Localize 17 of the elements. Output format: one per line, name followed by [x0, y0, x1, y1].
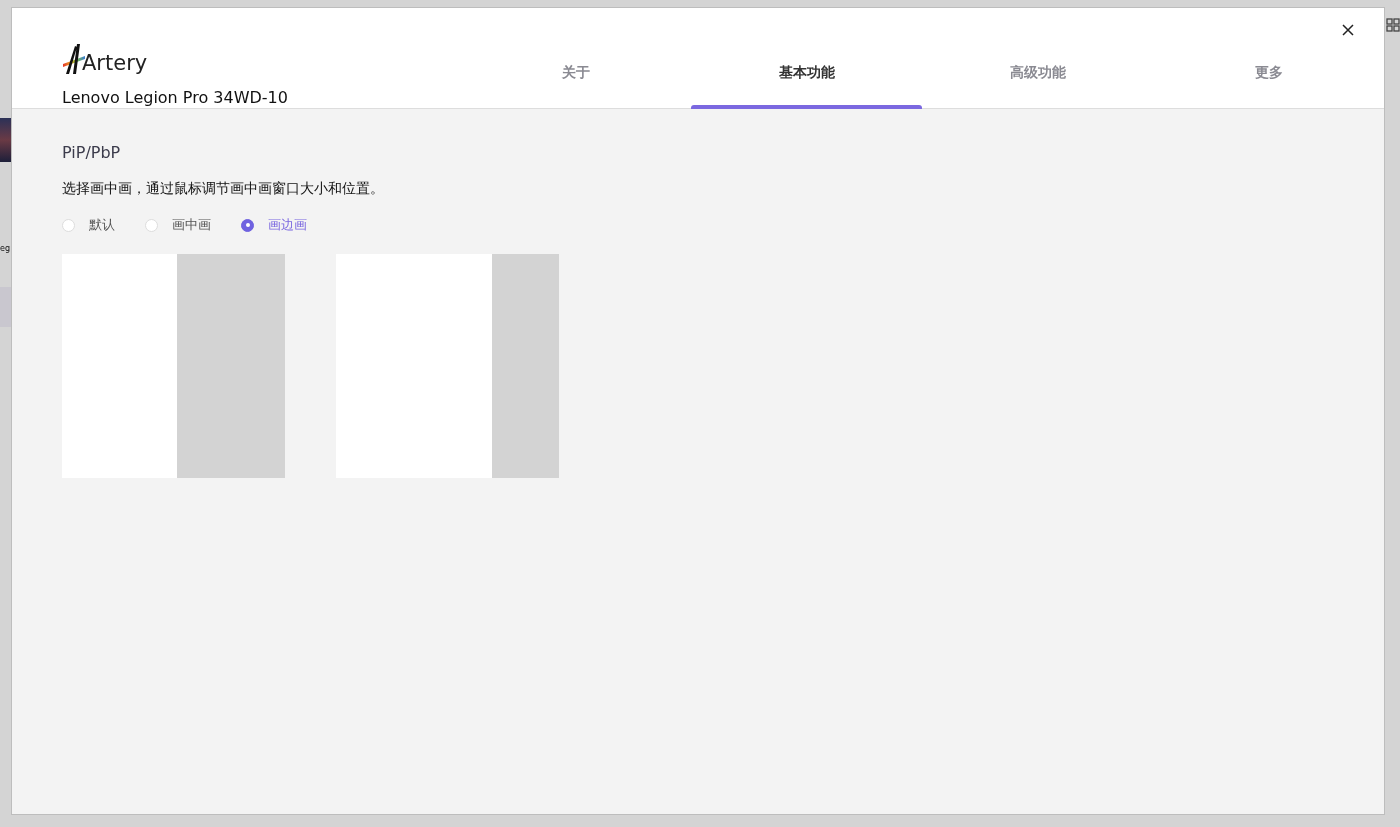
- description-text: 选择画中画，通过鼠标调节画中画窗口大小和位置。: [62, 180, 385, 198]
- photo-placeholder: [0, 118, 11, 162]
- radio-label[interactable]: 默认: [89, 216, 115, 234]
- tab[interactable]: 高级功能: [922, 8, 1153, 108]
- radio-label[interactable]: 画边画: [268, 216, 307, 234]
- tab[interactable]: 更多: [1153, 8, 1384, 108]
- tab[interactable]: 关于: [460, 8, 691, 108]
- section-title: PiP/PbP: [62, 143, 122, 162]
- radio-label[interactable]: 画中画: [172, 216, 211, 234]
- tab[interactable]: 基本功能: [691, 8, 922, 108]
- logo: Artery: [62, 36, 148, 76]
- close-icon[interactable]: [1342, 24, 1354, 36]
- background-panel: [0, 287, 11, 327]
- radio-button[interactable]: [241, 218, 254, 232]
- grid-icon[interactable]: [1386, 18, 1400, 32]
- device-name: Lenovo Legion Pro 34WD-10: [62, 88, 289, 107]
- background-text: eg: [0, 244, 10, 253]
